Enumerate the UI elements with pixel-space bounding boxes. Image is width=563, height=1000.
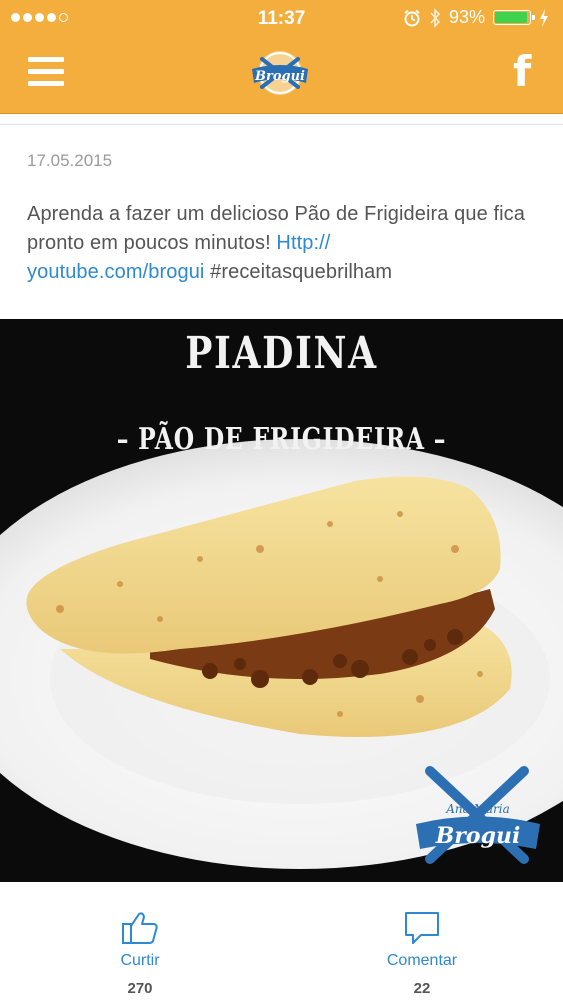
speech-bubble-icon [405,912,439,944]
comment-button[interactable]: Comentar 22 [342,910,502,997]
image-subtitle: – PÃO DE FRIGIDEIRA – [116,422,447,457]
like-count: 270 [127,980,153,997]
post-hashtag: #receitasquebrilham [204,261,393,283]
alarm-icon [404,9,420,26]
like-label: Curtir [120,952,160,969]
svg-text:Ana Maria: Ana Maria [445,802,510,816]
status-right: 93% [403,7,549,28]
comment-count: 22 [413,980,431,997]
post-date: 17.05.2015 [27,151,113,170]
comment-label: Comentar [386,952,458,969]
facebook-button[interactable]: f [513,50,539,94]
app-header: 11:37 93% Brogui f [0,0,563,114]
svg-text:Brogui: Brogui [435,823,521,849]
charging-icon [540,8,548,27]
thumbs-up-icon [122,912,158,944]
svg-text:Brogui: Brogui [254,69,305,84]
post-text: Aprenda a fazer um delicioso Pão de Frig… [27,200,547,287]
piadina-photo: Ana Maria Brogui [0,319,563,882]
status-bar: 11:37 93% [0,0,563,36]
battery-percent: 93% [448,7,485,27]
bluetooth-icon [430,7,441,28]
divider [0,124,563,125]
post-image[interactable]: Ana Maria Brogui [0,319,563,882]
brogui-logo[interactable]: Brogui [248,47,312,99]
image-title: PIADINA [185,328,378,379]
facebook-icon: f [513,47,532,96]
menu-button[interactable] [28,57,64,87]
battery-icon [493,10,535,25]
like-button[interactable]: Curtir 270 [60,910,220,997]
post-actions: Curtir 270 Comentar 22 [0,882,563,1000]
